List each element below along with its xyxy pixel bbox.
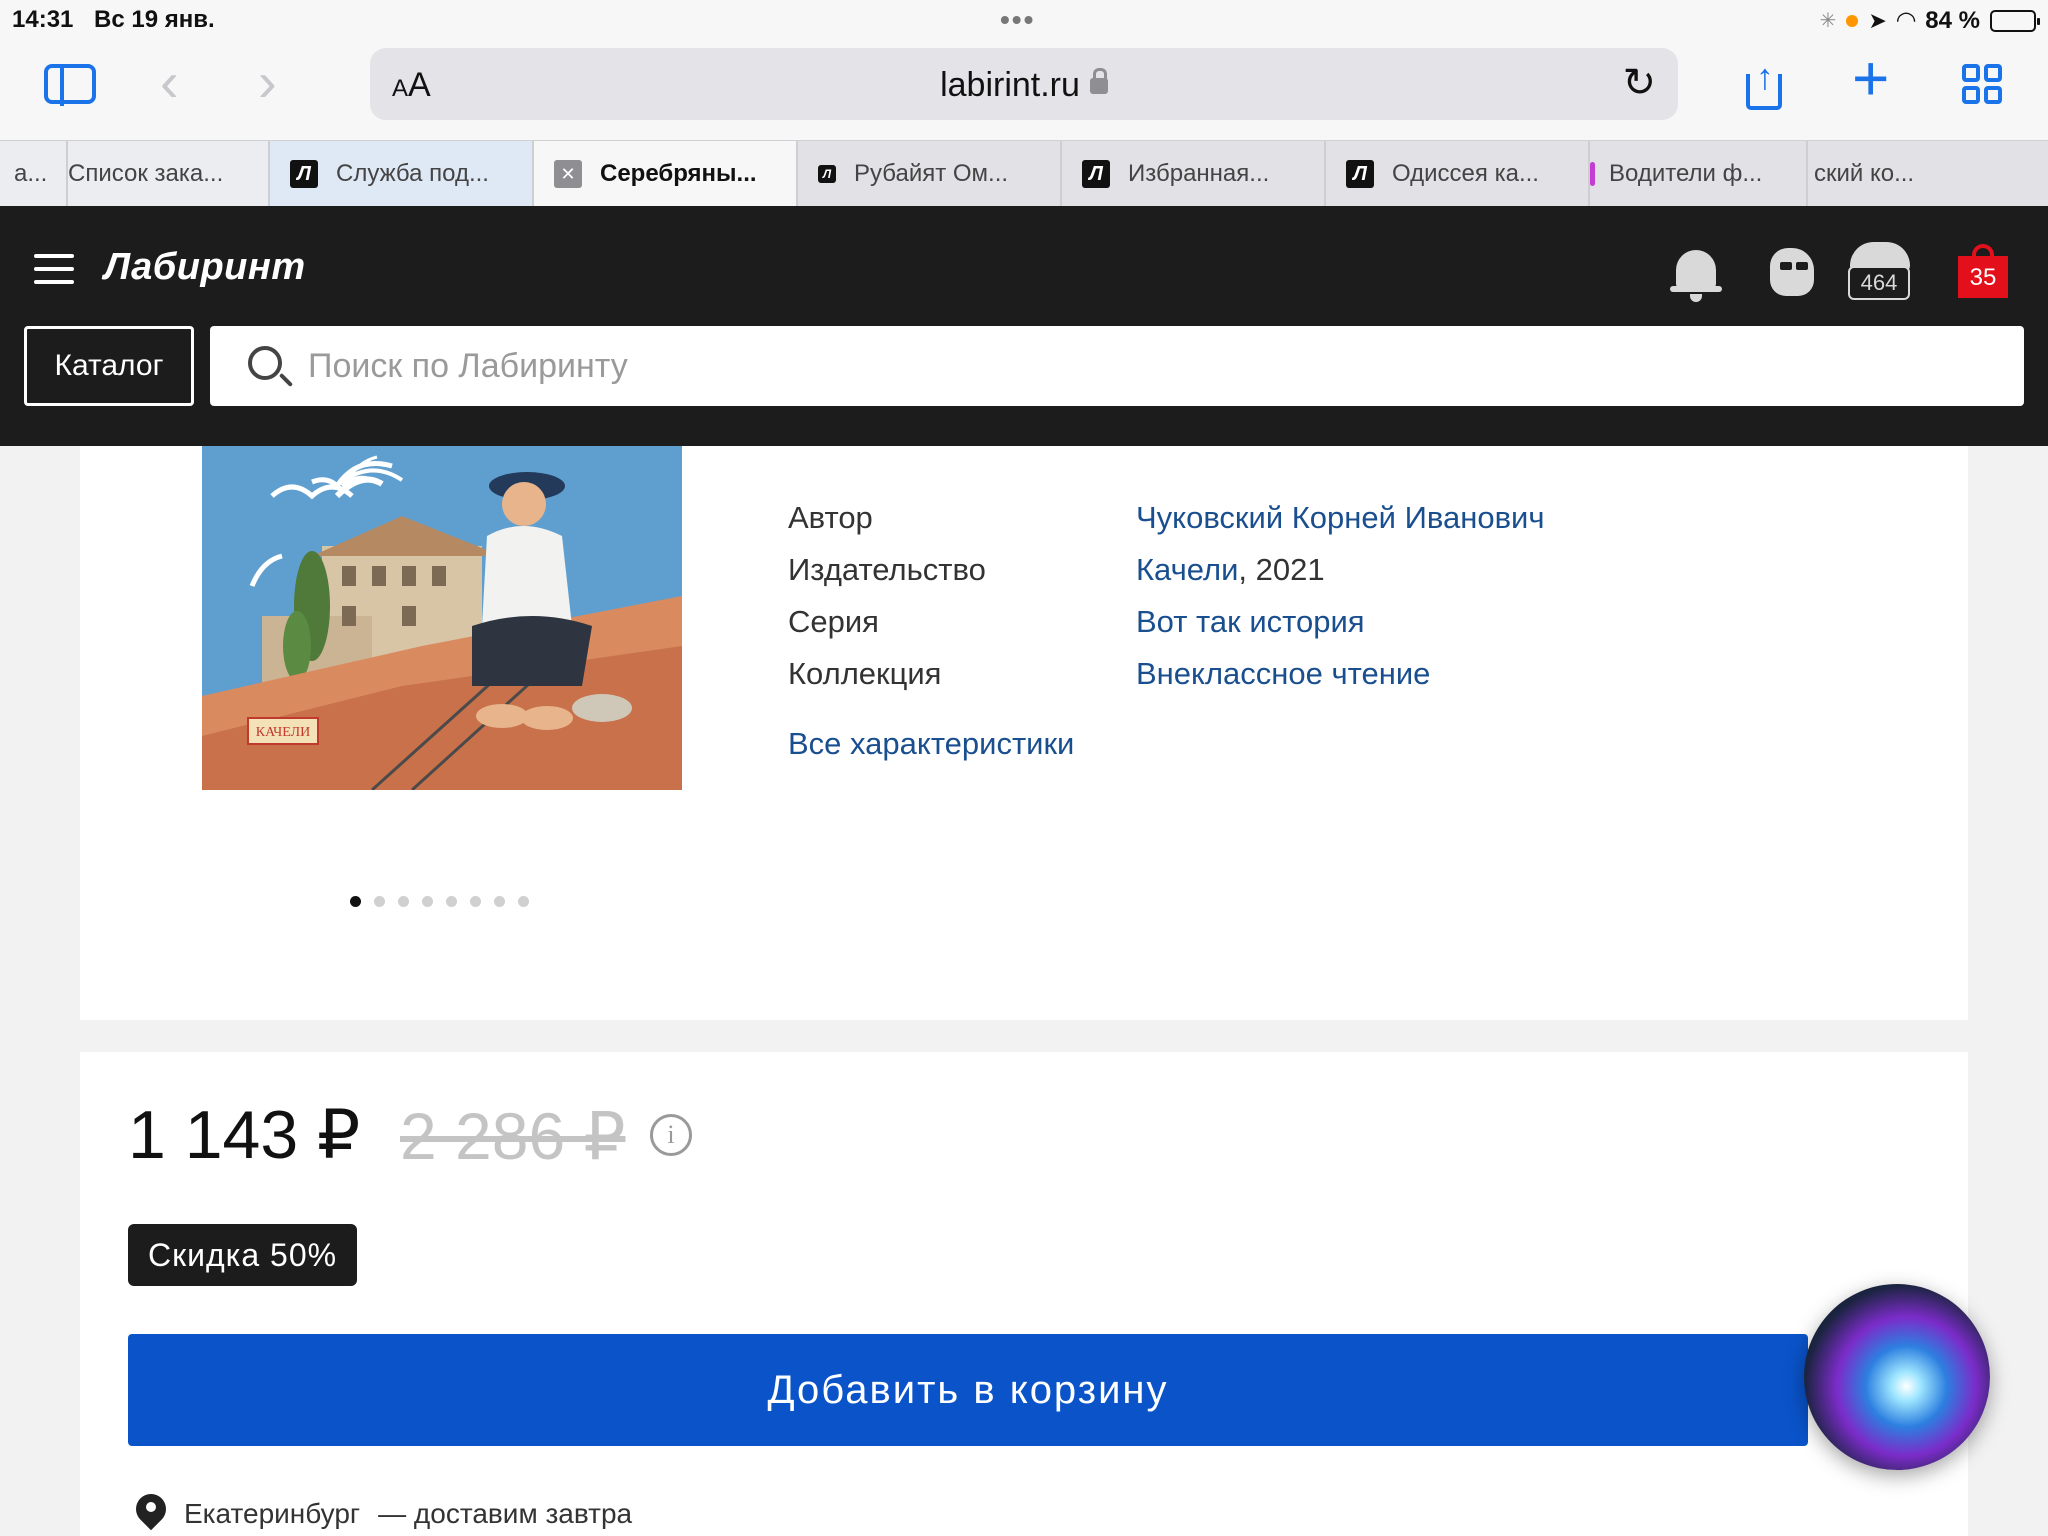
close-tab-icon[interactable]: ✕ (554, 160, 582, 188)
status-bar: 14:31 Вс 19 янв. ••• ✳ ➤ ◠ 84 % (0, 0, 2048, 40)
activity-icon: ✳ (1819, 10, 1837, 32)
sidebar-icon[interactable] (44, 64, 96, 106)
share-arrow-icon[interactable]: ↑ (1756, 56, 1774, 98)
search-input[interactable] (308, 326, 1988, 406)
cover-label: КАЧЕЛИ (256, 725, 310, 740)
favorites-count: 464 (1848, 266, 1910, 300)
tab-title: Серебряны... (600, 160, 757, 187)
tab-3[interactable]: ✕ Серебряны... (534, 141, 798, 207)
lock-icon (1089, 68, 1108, 94)
tab-overview-icon[interactable] (1962, 64, 2002, 104)
catalog-button[interactable]: Каталог (24, 326, 194, 406)
old-price: 2 286 ₽ (400, 1099, 626, 1173)
publisher-year: , 2021 (1238, 552, 1325, 587)
gallery-dot[interactable] (494, 896, 505, 907)
search-box[interactable] (210, 326, 2024, 406)
tab-4[interactable]: Л Рубайят Ом... (798, 141, 1062, 207)
labirint-favicon-icon: Л (1082, 160, 1110, 188)
gallery-dot[interactable] (446, 896, 457, 907)
tab-5[interactable]: Л Избранная... (1062, 141, 1326, 207)
gallery-dot[interactable] (422, 896, 433, 907)
tab-title: Список зака... (68, 160, 224, 187)
status-date: Вс 19 янв. (94, 6, 215, 33)
cart-icon[interactable]: 35 (1954, 242, 2014, 302)
tab-title: Водители ф... (1609, 160, 1763, 187)
cart-count: 35 (1958, 256, 2008, 298)
gallery-dot[interactable] (398, 896, 409, 907)
series-link[interactable]: Вот так история (1136, 604, 1365, 656)
tab-0[interactable]: а... (0, 141, 68, 207)
status-right: ✳ ➤ ◠ 84 % (1819, 6, 2040, 35)
site-favicon-icon (1590, 162, 1595, 186)
profile-icon[interactable] (1762, 242, 1822, 302)
delivery-text: — доставим завтра (378, 1498, 633, 1529)
multitasking-dots-icon[interactable]: ••• (1000, 4, 1035, 36)
publisher-link[interactable]: Качели (1136, 552, 1238, 587)
mic-indicator-icon (1846, 14, 1859, 27)
tab-title: Избранная... (1128, 160, 1270, 187)
battery-percent: 84 % (1925, 6, 1980, 34)
spec-label-author: Автор (788, 500, 873, 535)
gallery-dot[interactable] (470, 896, 481, 907)
site-header: Лабиринт 464 35 Каталог (0, 206, 2048, 446)
battery-icon (1990, 9, 2040, 32)
status-time: 14:31 (12, 6, 74, 33)
back-icon[interactable]: ‹ (160, 54, 179, 110)
site-logo[interactable]: Лабиринт (104, 246, 306, 289)
discount-badge: Скидка 50% (128, 1224, 358, 1286)
publisher-value: Качели, 2021 (1136, 552, 1325, 604)
tab-title: Одиссея ка... (1392, 160, 1539, 187)
gallery-dots (350, 896, 529, 907)
menu-icon[interactable] (34, 254, 74, 284)
all-specs-link[interactable]: Все характеристики (788, 726, 1074, 762)
tab-1[interactable]: Список зака... (68, 141, 270, 207)
labirint-favicon-icon: Л (290, 160, 318, 188)
browser-toolbar: ‹ › AA labirint.ru ↻ ↑ + (0, 40, 2048, 140)
add-to-cart-button[interactable]: Добавить в корзину (128, 1334, 1808, 1446)
tab-title: Служба под... (336, 160, 489, 187)
cover-illustration: КАЧЕЛИ (202, 446, 682, 790)
spec-label-collection: Коллекция (788, 656, 942, 691)
current-price: 1 143 ₽ (128, 1097, 361, 1173)
price-card (80, 1052, 1968, 1536)
tab-6[interactable]: Л Одиссея ка... (1326, 141, 1590, 207)
url-host: labirint.ru (940, 66, 1080, 104)
author-link[interactable]: Чуковский Корней Иванович (1136, 500, 1545, 552)
gallery-dot[interactable] (350, 896, 361, 907)
delivery-info: Екатеринбург — доставим завтра (136, 1494, 632, 1534)
tab-title: а... (14, 160, 48, 187)
favorites-icon[interactable]: 464 (1848, 242, 1912, 302)
tab-7[interactable]: Водители ф... (1590, 141, 1808, 207)
wifi-icon: ◠ (1896, 7, 1916, 34)
notifications-icon[interactable] (1666, 242, 1726, 302)
gallery-dot[interactable] (374, 896, 385, 907)
new-tab-icon[interactable]: + (1852, 46, 1889, 110)
tab-2[interactable]: Л Служба под... (270, 141, 534, 207)
tab-title: ский ко... (1814, 160, 1915, 187)
location-icon: ➤ (1868, 7, 1887, 33)
reload-icon[interactable]: ↻ (1622, 60, 1656, 106)
url-host-wrap: labirint.ru (370, 66, 1678, 105)
labirint-favicon-icon: Л (1346, 160, 1374, 188)
info-icon[interactable]: i (650, 1114, 692, 1156)
forward-icon[interactable]: › (258, 54, 277, 110)
gallery-dot[interactable] (518, 896, 529, 907)
location-pin-icon (136, 1494, 166, 1534)
tab-8[interactable]: ский ко... (1808, 141, 1968, 207)
delivery-city[interactable]: Екатеринбург (184, 1498, 360, 1530)
spec-label-publisher: Издательство (788, 552, 986, 587)
book-cover-image[interactable]: КАЧЕЛИ (202, 446, 682, 790)
tab-strip: а... Список зака... Л Служба под... ✕ Се… (0, 140, 2048, 207)
siri-orb-icon[interactable] (1804, 1284, 1990, 1470)
spec-label-series: Серия (788, 604, 879, 639)
tab-title: Рубайят Ом... (854, 160, 1009, 187)
search-icon[interactable] (248, 346, 282, 380)
page: 14:31 Вс 19 янв. ••• ✳ ➤ ◠ 84 % ‹ › AA l… (0, 0, 2048, 1536)
address-bar[interactable]: AA labirint.ru ↻ (370, 48, 1678, 120)
collection-link[interactable]: Внеклассное чтение (1136, 656, 1430, 708)
labirint-favicon-icon: Л (818, 165, 836, 183)
